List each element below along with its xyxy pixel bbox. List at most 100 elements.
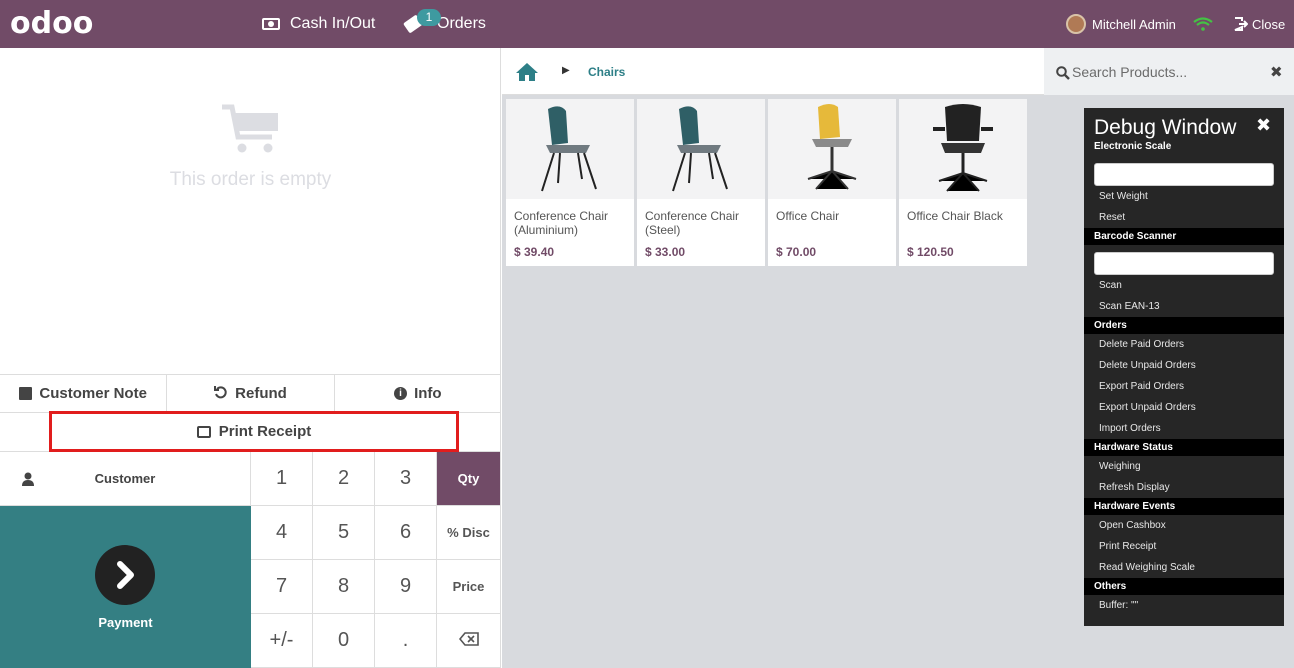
print-receipt-label: Print Receipt [218, 423, 312, 440]
section-others: Others [1084, 578, 1284, 595]
numpad-key-0[interactable]: 0 [313, 614, 375, 668]
refresh-display-button[interactable]: Refresh Display [1099, 482, 1170, 493]
top-navbar: odoo Cash In/Out 1 Orders Mitchell Admin [0, 0, 1294, 48]
product-list: Conference Chair (Aluminium) $ 39.40 Con… [506, 99, 1027, 266]
section-electronic-scale: Electronic Scale [1094, 141, 1172, 152]
product-image [637, 99, 765, 199]
debug-window: Debug Window ✖ Electronic Scale Set Weig… [1084, 108, 1284, 626]
barcode-input[interactable] [1094, 252, 1274, 275]
product-image [768, 99, 896, 199]
section-hardware-status: Hardware Status [1084, 439, 1284, 456]
info-icon: i [394, 387, 408, 400]
numpad-key-2[interactable]: 2 [313, 452, 375, 506]
set-customer-button[interactable]: Customer [0, 452, 251, 506]
orders-button[interactable]: 1 Orders [403, 0, 486, 48]
customer-label: Customer [94, 471, 156, 486]
product-image [899, 99, 1027, 199]
customer-note-button[interactable]: Customer Note [0, 375, 168, 412]
export-paid-orders-button[interactable]: Export Paid Orders [1099, 381, 1184, 392]
search-box: ✖ [1044, 48, 1294, 95]
user-menu[interactable]: Mitchell Admin [1066, 0, 1176, 48]
user-name: Mitchell Admin [1092, 16, 1176, 32]
product-card[interactable]: Office Chair Black $ 120.50 [899, 99, 1027, 266]
set-weight-button[interactable]: Set Weight [1099, 191, 1148, 202]
print-receipt-row: Print Receipt [0, 411, 501, 452]
search-icon [1056, 66, 1070, 85]
product-image [506, 99, 634, 199]
printer-icon [196, 425, 211, 438]
empty-order: This order is empty [0, 103, 501, 191]
money-icon [262, 18, 280, 30]
cash-in-out-button[interactable]: Cash In/Out [262, 0, 375, 48]
scan-button[interactable]: Scan [1099, 280, 1122, 291]
wifi-icon [1193, 17, 1213, 31]
numpad: 1 2 3 Qty 4 5 6 % Disc 7 8 9 Price +/- 0… [251, 452, 501, 668]
product-card[interactable]: Office Chair $ 70.00 [768, 99, 896, 266]
mode-discount-button[interactable]: % Disc [437, 506, 501, 560]
close-icon[interactable]: ✖ [1256, 115, 1271, 136]
info-label: Info [414, 385, 442, 402]
close-button[interactable]: Close [1234, 0, 1285, 48]
cash-in-out-label: Cash In/Out [290, 15, 376, 32]
mode-qty-button[interactable]: Qty [437, 452, 501, 506]
read-weighing-scale-button[interactable]: Read Weighing Scale [1099, 562, 1195, 573]
product-price: $ 33.00 [645, 245, 686, 259]
sign-out-icon [1234, 17, 1249, 31]
mode-price-button[interactable]: Price [437, 560, 501, 614]
product-card[interactable]: Conference Chair (Aluminium) $ 39.40 [506, 99, 634, 266]
debug-window-title: Debug Window [1094, 116, 1237, 139]
product-name: Conference Chair (Steel) [645, 209, 740, 237]
reset-button[interactable]: Reset [1099, 212, 1125, 223]
delete-unpaid-orders-button[interactable]: Delete Unpaid Orders [1099, 360, 1196, 371]
weight-input[interactable] [1094, 163, 1274, 186]
product-name: Conference Chair (Aluminium) [514, 209, 609, 237]
open-cashbox-button[interactable]: Open Cashbox [1099, 520, 1166, 531]
buffer-value: Buffer: "" [1099, 600, 1139, 611]
numpad-key-5[interactable]: 5 [313, 506, 375, 560]
product-name: Office Chair [776, 209, 840, 223]
backspace-button[interactable] [437, 614, 501, 668]
product-name: Office Chair Black [907, 209, 1003, 223]
numpad-key-decimal[interactable]: . [375, 614, 437, 668]
delete-paid-orders-button[interactable]: Delete Paid Orders [1099, 339, 1184, 350]
numpad-key-1[interactable]: 1 [251, 452, 313, 506]
connection-status[interactable] [1193, 0, 1213, 48]
import-orders-button[interactable]: Import Orders [1099, 423, 1161, 434]
user-icon [22, 472, 34, 486]
avatar [1066, 14, 1086, 34]
info-button[interactable]: i Info [335, 375, 501, 412]
home-icon[interactable] [515, 62, 539, 87]
breadcrumb: ▶ Chairs [502, 48, 1044, 95]
print-receipt-event-button[interactable]: Print Receipt [1099, 541, 1156, 552]
breadcrumb-category[interactable]: Chairs [588, 65, 625, 79]
scan-ean13-button[interactable]: Scan EAN-13 [1099, 301, 1160, 312]
chevron-right-icon: ▶ [562, 65, 570, 76]
product-card[interactable]: Conference Chair (Steel) $ 33.00 [637, 99, 765, 266]
clear-search-icon[interactable]: ✖ [1270, 63, 1283, 81]
numpad-key-7[interactable]: 7 [251, 560, 313, 614]
note-icon [19, 387, 33, 400]
product-price: $ 120.50 [907, 245, 954, 259]
numpad-key-3[interactable]: 3 [375, 452, 437, 506]
product-price: $ 39.40 [514, 245, 555, 259]
numpad-key-plus-minus[interactable]: +/- [251, 614, 313, 668]
section-orders: Orders [1084, 317, 1284, 334]
close-label: Close [1252, 16, 1286, 32]
payment-button[interactable]: Payment [0, 506, 251, 668]
section-hardware-events: Hardware Events [1084, 498, 1284, 515]
payment-label: Payment [98, 615, 153, 630]
search-input[interactable] [1072, 61, 1262, 83]
undo-icon [214, 385, 228, 403]
numpad-key-6[interactable]: 6 [375, 506, 437, 560]
numpad-key-4[interactable]: 4 [251, 506, 313, 560]
numpad-key-9[interactable]: 9 [375, 560, 437, 614]
orders-label: Orders [437, 15, 486, 32]
orders-count-badge: 1 [417, 9, 441, 26]
numpad-key-8[interactable]: 8 [313, 560, 375, 614]
print-receipt-button[interactable]: Print Receipt [49, 411, 459, 452]
product-price: $ 70.00 [776, 245, 817, 259]
weighing-status[interactable]: Weighing [1099, 461, 1141, 472]
export-unpaid-orders-button[interactable]: Export Unpaid Orders [1099, 402, 1196, 413]
section-barcode-scanner: Barcode Scanner [1084, 228, 1284, 245]
refund-button[interactable]: Refund [167, 375, 335, 412]
